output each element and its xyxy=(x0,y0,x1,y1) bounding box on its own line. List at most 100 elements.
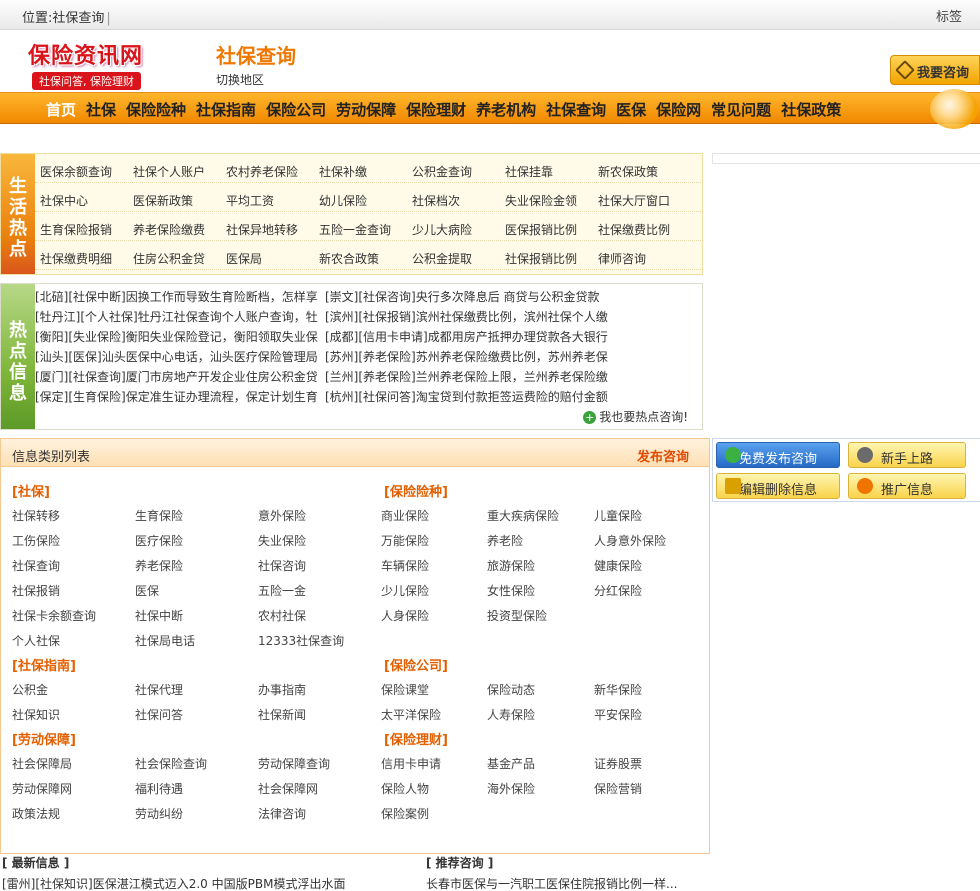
breadcrumb-location[interactable]: 位置:社保查询 xyxy=(22,11,104,26)
newbie-guide-button[interactable]: 新手上路 xyxy=(848,442,966,468)
nav-item[interactable]: 医保 xyxy=(616,101,646,119)
hotspot-link[interactable]: 新农合政策 xyxy=(314,241,407,267)
hotspot-link[interactable]: 社保异地转移 xyxy=(221,212,314,238)
category-link[interactable]: 法律咨询 xyxy=(258,805,306,822)
category-link[interactable]: 失业保险 xyxy=(258,532,306,549)
nav-item[interactable]: 劳动保障 xyxy=(336,101,396,119)
news-link[interactable]: [滨州][社保报销]滨州社保缴费比例，滨州社保个人缴 xyxy=(325,308,625,325)
hotspot-link[interactable]: 公积金查询 xyxy=(407,154,500,180)
category-link[interactable]: 重大疾病保险 xyxy=(487,507,559,524)
news-link[interactable]: [苏州][养老保险]苏州养老保险缴费比例，苏州养老保 xyxy=(325,348,625,365)
hotspot-link[interactable]: 农村养老保险 xyxy=(221,154,314,180)
category-link[interactable]: 工伤保险 xyxy=(12,532,60,549)
hot-consult-link[interactable]: + 我也要热点咨询! xyxy=(583,408,688,425)
category-link[interactable]: 劳动纠纷 xyxy=(135,805,183,822)
category-link[interactable]: 福利待遇 xyxy=(135,780,183,797)
promote-button[interactable]: 推广信息 xyxy=(848,473,966,499)
nav-item[interactable]: 社保查询 xyxy=(546,101,606,119)
category-link[interactable]: 证券股票 xyxy=(594,755,642,772)
news-link[interactable]: [成都][信用卡申请]成都用房产抵押办理贷款各大银行 xyxy=(325,328,625,345)
category-link[interactable]: 人寿保险 xyxy=(487,706,535,723)
hotspot-link[interactable]: 社保大厅窗口 xyxy=(593,183,686,209)
category-link[interactable]: 车辆保险 xyxy=(381,557,429,574)
category-link[interactable]: 平安保险 xyxy=(594,706,642,723)
category-link[interactable]: 12333社保查询 xyxy=(258,632,344,649)
category-link[interactable]: 女性保险 xyxy=(487,582,535,599)
category-link[interactable]: 社会保险查询 xyxy=(135,755,207,772)
category-link[interactable]: 社保卡余额查询 xyxy=(12,607,96,624)
category-link[interactable]: 保险营销 xyxy=(594,780,642,797)
hotspot-link[interactable]: 五险一金查询 xyxy=(314,212,407,238)
category-link[interactable]: 社保中断 xyxy=(135,607,183,624)
latest-line[interactable]: [雷州][社保知识]医保湛江模式迈入2.0 中国版PBM模式浮出水面 xyxy=(2,875,402,891)
category-link[interactable]: 社保咨询 xyxy=(258,557,306,574)
category-link[interactable]: 人身意外保险 xyxy=(594,532,666,549)
news-link[interactable]: [汕头][医保]汕头医保中心电话，汕头医疗保险管理局 xyxy=(35,348,325,365)
nav-item[interactable]: 养老机构 xyxy=(476,101,536,119)
category-link[interactable]: 旅游保险 xyxy=(487,557,535,574)
category-link[interactable]: 公积金 xyxy=(12,681,48,698)
category-title[interactable]: [保险险种] xyxy=(384,481,448,500)
nav-item[interactable]: 保险公司 xyxy=(266,101,326,119)
category-link[interactable]: 社保查询 xyxy=(12,557,60,574)
category-link[interactable]: 社保代理 xyxy=(135,681,183,698)
hotspot-link[interactable]: 养老保险缴费 xyxy=(128,212,221,238)
news-link[interactable]: [兰州][养老保险]兰州养老保险上限，兰州养老保险缴 xyxy=(325,368,625,385)
category-link[interactable]: 社会保障网 xyxy=(258,780,318,797)
hotspot-link[interactable]: 社保中心 xyxy=(35,183,128,209)
category-link[interactable]: 社保问答 xyxy=(135,706,183,723)
hotspot-link[interactable]: 社保缴费明细 xyxy=(35,241,128,267)
category-link[interactable]: 农村社保 xyxy=(258,607,306,624)
category-link[interactable]: 社保报销 xyxy=(12,582,60,599)
category-link[interactable]: 医保 xyxy=(135,582,159,599)
hotspot-link[interactable]: 社保缴费比例 xyxy=(593,212,686,238)
category-link[interactable]: 社保知识 xyxy=(12,706,60,723)
category-link[interactable]: 商业保险 xyxy=(381,507,429,524)
hotspot-link[interactable]: 住房公积金贷 xyxy=(128,241,221,267)
hotspot-link[interactable]: 生育保险报销 xyxy=(35,212,128,238)
category-link[interactable]: 生育保险 xyxy=(135,507,183,524)
hotspot-link[interactable]: 社保个人账户 xyxy=(128,154,221,180)
tags-link[interactable]: 标签 xyxy=(936,6,962,25)
category-link[interactable]: 养老保险 xyxy=(135,557,183,574)
news-link[interactable]: [崇文][社保咨询]央行多次降息后 商贷与公积金贷款 xyxy=(325,288,625,305)
category-link[interactable]: 太平洋保险 xyxy=(381,706,441,723)
category-link[interactable]: 医疗保险 xyxy=(135,532,183,549)
hotspot-link[interactable]: 社保挂靠 xyxy=(500,154,593,180)
category-link[interactable]: 意外保险 xyxy=(258,507,306,524)
category-link[interactable]: 分红保险 xyxy=(594,582,642,599)
hotspot-link[interactable]: 社保补缴 xyxy=(314,154,407,180)
hotspot-link[interactable]: 律师咨询 xyxy=(593,241,686,267)
category-link[interactable]: 劳动保障网 xyxy=(12,780,72,797)
category-title[interactable]: [社保] xyxy=(12,481,50,500)
category-link[interactable]: 新华保险 xyxy=(594,681,642,698)
hotspot-link[interactable]: 公积金提取 xyxy=(407,241,500,267)
switch-region-link[interactable]: 切换地区 xyxy=(216,71,264,88)
category-link[interactable]: 社会保障局 xyxy=(12,755,72,772)
hotspot-link[interactable]: 幼儿保险 xyxy=(314,183,407,209)
news-link[interactable]: [杭州][社保问答]淘宝贷到付款拒签运费险的赔付金额 xyxy=(325,388,625,405)
nav-item[interactable]: 保险理财 xyxy=(406,101,466,119)
category-link[interactable]: 养老险 xyxy=(487,532,523,549)
free-publish-button[interactable]: 免费发布咨询 xyxy=(716,442,840,468)
category-link[interactable]: 保险案例 xyxy=(381,805,429,822)
hotspot-link[interactable]: 社保档次 xyxy=(407,183,500,209)
hotspot-link[interactable]: 平均工资 xyxy=(221,183,314,209)
nav-item[interactable]: 社保 xyxy=(86,101,116,119)
category-link[interactable]: 健康保险 xyxy=(594,557,642,574)
hotspot-link[interactable]: 医保余额查询 xyxy=(35,154,128,180)
category-link[interactable]: 基金产品 xyxy=(487,755,535,772)
nav-item[interactable]: 常见问题 xyxy=(711,101,771,119)
category-link[interactable]: 少儿保险 xyxy=(381,582,429,599)
nav-item[interactable]: 社保政策 xyxy=(781,101,841,119)
category-link[interactable]: 海外保险 xyxy=(487,780,535,797)
category-link[interactable]: 办事指南 xyxy=(258,681,306,698)
category-link[interactable]: 人身保险 xyxy=(381,607,429,624)
category-link[interactable]: 保险课堂 xyxy=(381,681,429,698)
ask-button[interactable]: 我要咨询 xyxy=(890,55,980,85)
category-link[interactable]: 社保新闻 xyxy=(258,706,306,723)
category-link[interactable]: 社保局电话 xyxy=(135,632,195,649)
hotspot-link[interactable]: 少儿大病险 xyxy=(407,212,500,238)
category-link[interactable]: 万能保险 xyxy=(381,532,429,549)
news-link[interactable]: [厦门][社保查询]厦门市房地产开发企业住房公积金贷 xyxy=(35,368,325,385)
